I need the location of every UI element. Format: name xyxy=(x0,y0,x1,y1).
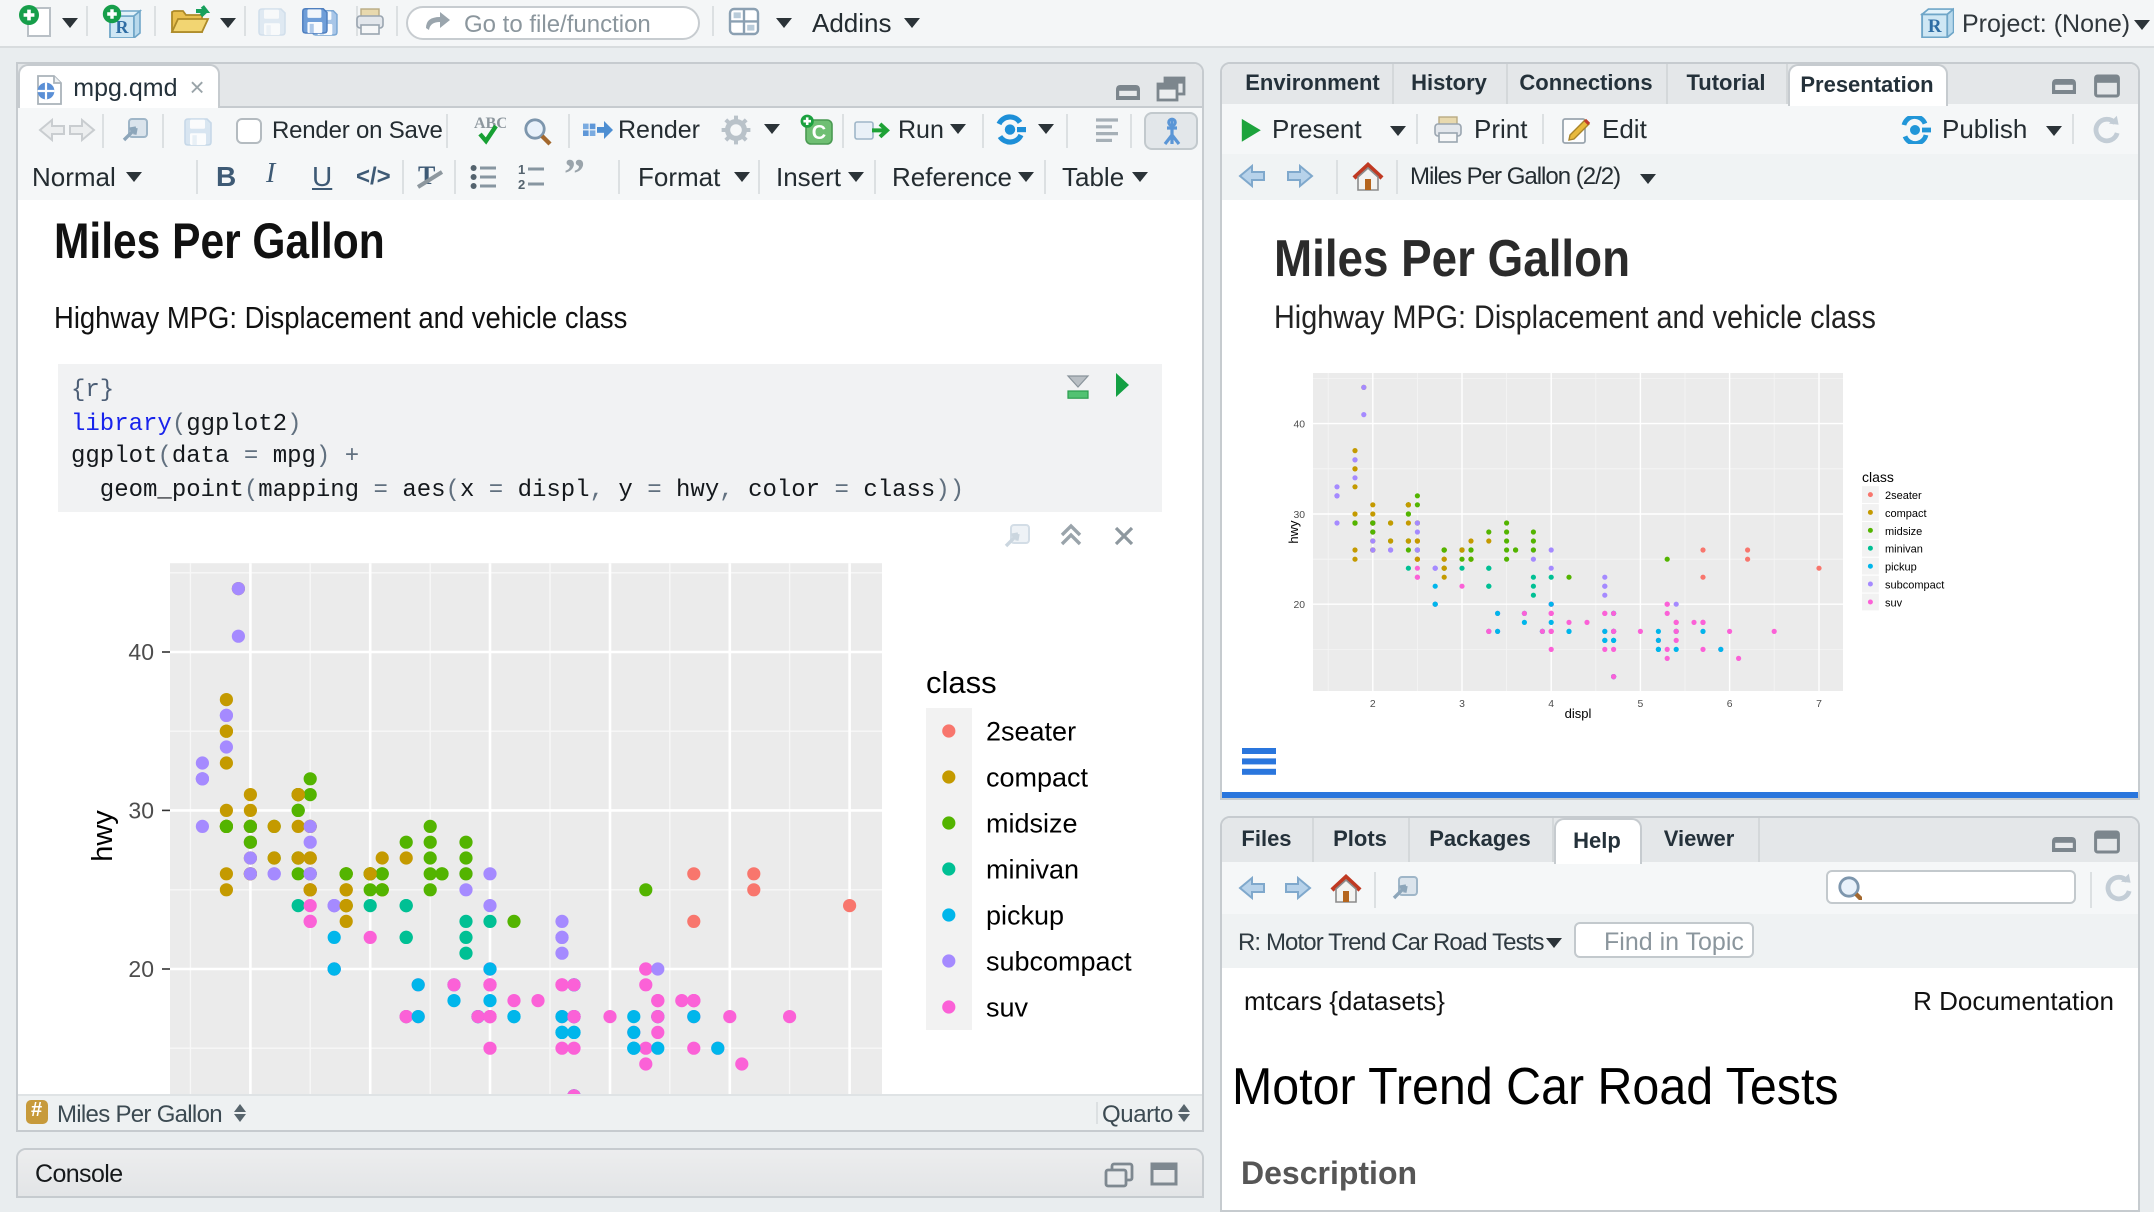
svg-text:2seater: 2seater xyxy=(986,716,1076,746)
svg-text:40: 40 xyxy=(128,639,154,665)
svg-text:class: class xyxy=(1861,469,1893,485)
svg-text:6: 6 xyxy=(1726,699,1732,710)
svg-text:5: 5 xyxy=(1637,699,1643,710)
svg-text:displ: displ xyxy=(1564,706,1591,721)
svg-text:C: C xyxy=(812,121,826,143)
svg-text:midsize: midsize xyxy=(986,808,1078,838)
svg-text:compact: compact xyxy=(986,762,1089,792)
svg-text:subcompact: subcompact xyxy=(1884,579,1943,591)
svg-text:2seater: 2seater xyxy=(1884,490,1921,502)
svg-text:pickup: pickup xyxy=(986,900,1064,930)
svg-text:pickup: pickup xyxy=(1884,562,1916,574)
svg-text:ABC: ABC xyxy=(474,115,506,132)
svg-text:hwy: hwy xyxy=(87,810,119,862)
svg-text:3: 3 xyxy=(1458,699,1464,710)
svg-text:suv: suv xyxy=(986,992,1029,1022)
svg-text:30: 30 xyxy=(1292,510,1304,521)
svg-text:hwy: hwy xyxy=(1287,520,1300,544)
svg-text:midsize: midsize xyxy=(1884,526,1921,538)
svg-text:1: 1 xyxy=(518,163,525,176)
svg-text:20: 20 xyxy=(1292,600,1304,611)
svg-text:compact: compact xyxy=(1884,508,1926,520)
svg-text:2: 2 xyxy=(1369,699,1375,710)
svg-text:20: 20 xyxy=(128,956,154,982)
svg-text:R: R xyxy=(1928,16,1942,37)
svg-text:minivan: minivan xyxy=(1884,544,1922,556)
svg-text:class: class xyxy=(926,665,997,700)
svg-text:suv: suv xyxy=(1884,597,1902,609)
svg-text:7: 7 xyxy=(1815,699,1821,710)
svg-text:40: 40 xyxy=(1292,420,1304,431)
svg-text:2: 2 xyxy=(518,176,525,189)
svg-text:4: 4 xyxy=(1547,699,1553,710)
svg-text:minivan: minivan xyxy=(986,854,1079,884)
svg-text:subcompact: subcompact xyxy=(986,946,1132,976)
svg-text:30: 30 xyxy=(128,797,154,823)
